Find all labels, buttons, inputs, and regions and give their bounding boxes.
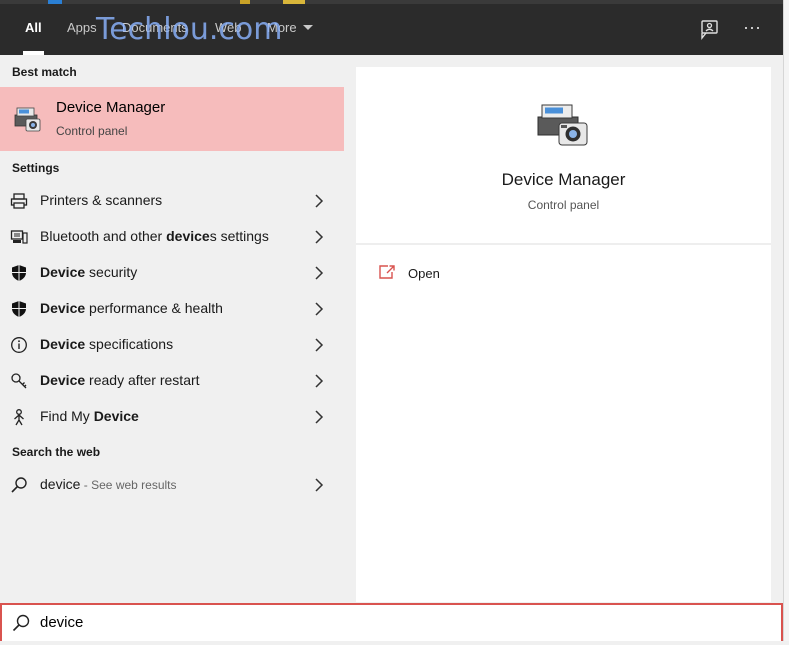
desktop-background-edge [783,0,789,645]
settings-item-device-security[interactable]: Device security [0,255,344,291]
tab-documents[interactable]: Documents [122,4,188,55]
key-restart-icon [11,373,27,389]
chevron-right-icon [315,302,324,316]
web-search-suffix: - See web results [80,478,177,492]
settings-item-label: Device specifications [40,336,174,352]
settings-item-device-specifications[interactable]: Device specifications [0,327,344,363]
settings-item-find-my-device[interactable]: Find My Device [0,399,344,435]
printer-icon [10,193,28,209]
settings-item-label: Device security [40,264,138,280]
preview-card: Device Manager Control panel Open [356,67,771,602]
bluetooth-devices-icon [10,230,28,244]
web-search-item[interactable]: device - See web results [0,467,344,503]
section-header-search-web: Search the web [12,445,101,459]
settings-item-device-ready-after-restart[interactable]: Device ready after restart [0,363,344,399]
tab-more-label: More [267,20,297,35]
settings-item-label: Find My Device [40,408,139,424]
section-header-best-match: Best match [12,65,77,79]
device-manager-icon [537,104,588,146]
chevron-right-icon [315,194,324,208]
shield-icon [12,265,26,281]
taskbar-edge [0,641,789,645]
open-icon [379,265,395,279]
search-input[interactable] [40,611,740,633]
preview-title: Device Manager [501,170,626,189]
chevron-right-icon [315,410,324,424]
chevron-right-icon [315,230,324,244]
person-location-icon [14,409,24,426]
web-search-label: device - See web results [40,476,177,492]
more-options-icon: ··· [743,17,761,37]
chevron-right-icon [315,374,324,388]
best-match-title: Device Manager [56,99,166,116]
info-icon [11,337,27,353]
chevron-down-icon [302,25,313,31]
settings-item-bluetooth-devices[interactable]: Bluetooth and other devices settings [0,219,344,255]
settings-item-device-performance[interactable]: Device performance & health [0,291,344,327]
tab-all[interactable]: All [23,4,44,55]
search-icon [12,614,30,632]
preview-subtitle: Control panel [527,198,600,212]
chevron-right-icon [315,266,324,280]
more-options-button[interactable]: ··· [741,18,763,40]
best-match-item[interactable]: Device Manager Control panel [0,87,344,151]
settings-item-label: Bluetooth and other devices settings [40,228,269,244]
chevron-right-icon [315,338,324,352]
chevron-right-icon [315,478,324,492]
open-action-label: Open [408,266,440,281]
tab-more[interactable]: More [267,4,313,55]
tab-apps[interactable]: Apps [67,4,97,55]
best-match-subtitle: Control panel [56,124,128,138]
settings-item-printers-scanners[interactable]: Printers & scanners [0,183,344,219]
feedback-button[interactable] [699,18,721,40]
shield-health-icon [12,301,26,317]
results-pane: Best match Device Manager Control panel … [0,55,344,603]
search-header: All Apps Documents Web More Techlou.com … [0,4,783,55]
section-header-settings: Settings [12,161,60,175]
open-action[interactable]: Open [376,261,576,287]
settings-item-label: Printers & scanners [40,192,163,208]
device-manager-icon [14,107,41,132]
search-box [0,603,783,643]
tab-web[interactable]: Web [215,4,242,55]
settings-item-label: Device performance & health [40,300,223,316]
feedback-icon [701,20,718,40]
settings-item-label: Device ready after restart [40,372,200,388]
search-icon [11,477,27,493]
preview-divider [356,243,771,245]
